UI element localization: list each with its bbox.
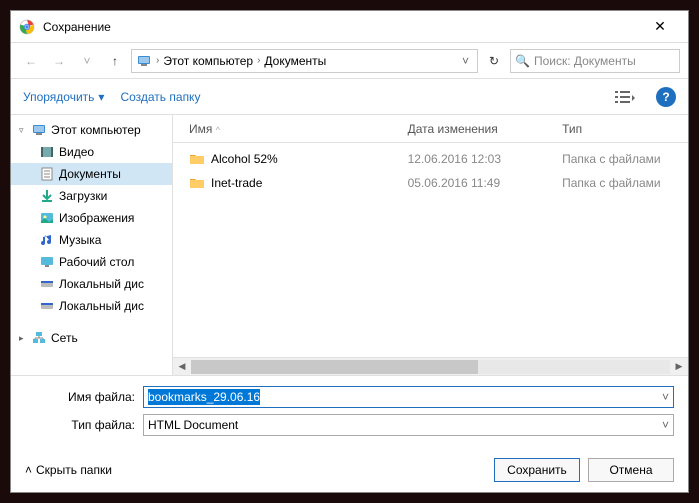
dialog-title: Сохранение	[43, 20, 640, 34]
video-icon	[39, 144, 55, 160]
picture-icon	[39, 210, 55, 226]
folder-icon	[189, 151, 205, 167]
sidebar-item-network[interactable]: ▸ Сеть	[11, 327, 172, 349]
file-name: Alcohol 52%	[211, 152, 278, 166]
pc-icon	[31, 122, 47, 138]
sidebar-item-local-disk[interactable]: Локальный дис	[11, 295, 172, 317]
column-date[interactable]: Дата изменения	[400, 122, 555, 136]
organize-button[interactable]: Упорядочить ▾	[23, 90, 104, 104]
hide-folders-button[interactable]: ˄ Скрыть папки	[25, 463, 112, 477]
chevron-down-icon[interactable]: ˅	[662, 390, 669, 404]
file-type: Папка с файлами	[554, 176, 688, 190]
download-icon	[39, 188, 55, 204]
view-options-button[interactable]	[610, 85, 640, 109]
sidebar-item-videos[interactable]: Видео	[11, 141, 172, 163]
chevron-down-icon[interactable]: ˅	[662, 418, 669, 432]
save-button[interactable]: Сохранить	[494, 458, 580, 482]
navigation-bar: ← → ˅ ↑ › Этот компьютер › Документы ˅ ↻…	[11, 43, 688, 79]
sidebar-item-desktop[interactable]: Рабочий стол	[11, 251, 172, 273]
sidebar: ▿ Этот компьютер Видео Документы Загрузк…	[11, 115, 173, 375]
sidebar-item-documents[interactable]: Документы	[11, 163, 172, 185]
search-icon: 🔍	[515, 54, 530, 68]
save-dialog: Сохранение ✕ ← → ˅ ↑ › Этот компьютер › …	[10, 10, 689, 493]
folder-icon	[189, 175, 205, 191]
scroll-thumb[interactable]	[191, 360, 478, 374]
filename-input[interactable]: bookmarks_29.06.16 ˅	[143, 386, 674, 408]
search-placeholder: Поиск: Документы	[534, 54, 636, 68]
pc-icon	[136, 53, 152, 69]
horizontal-scrollbar[interactable]: ◀ ▶	[173, 357, 688, 375]
filetype-label: Тип файла:	[25, 418, 143, 432]
collapse-icon[interactable]: ▿	[19, 125, 31, 136]
cancel-button[interactable]: Отмена	[588, 458, 674, 482]
disk-icon	[39, 276, 55, 292]
column-name[interactable]: Имя ^	[173, 122, 400, 136]
sidebar-item-local-disk[interactable]: Локальный дис	[11, 273, 172, 295]
nav-forward-button[interactable]: →	[47, 49, 71, 73]
scroll-track[interactable]	[191, 360, 670, 374]
disk-icon	[39, 298, 55, 314]
nav-recent-button[interactable]: ˅	[75, 49, 99, 73]
bottom-bar: ˄ Скрыть папки Сохранить Отмена	[11, 448, 688, 492]
help-button[interactable]: ?	[656, 87, 676, 107]
column-headers: Имя ^ Дата изменения Тип	[173, 115, 688, 143]
breadcrumb-folder[interactable]: Документы	[260, 54, 330, 68]
new-folder-button[interactable]: Создать папку	[120, 90, 200, 104]
file-list: Alcohol 52% 12.06.2016 12:03 Папка с фай…	[173, 143, 688, 357]
music-icon	[39, 232, 55, 248]
file-date: 12.06.2016 12:03	[400, 152, 555, 166]
sidebar-item-music[interactable]: Музыка	[11, 229, 172, 251]
breadcrumb[interactable]: › Этот компьютер › Документы ˅	[131, 49, 478, 73]
file-name: Inet-trade	[211, 176, 262, 190]
column-type[interactable]: Тип	[554, 122, 688, 136]
scroll-right-icon[interactable]: ▶	[670, 361, 688, 372]
chevron-down-icon: ▾	[98, 90, 104, 104]
scroll-left-icon[interactable]: ◀	[173, 361, 191, 372]
refresh-button[interactable]: ↻	[482, 49, 506, 73]
sidebar-item-this-pc[interactable]: ▿ Этот компьютер	[11, 119, 172, 141]
content-area: Имя ^ Дата изменения Тип Alcohol 52% 12.…	[173, 115, 688, 375]
desktop-icon	[39, 254, 55, 270]
filename-label: Имя файла:	[25, 390, 143, 404]
breadcrumb-dropdown-icon[interactable]: ˅	[458, 54, 473, 68]
sidebar-item-downloads[interactable]: Загрузки	[11, 185, 172, 207]
file-type: Папка с файлами	[554, 152, 688, 166]
expand-icon[interactable]: ▸	[19, 333, 31, 344]
breadcrumb-root[interactable]: Этот компьютер	[159, 54, 257, 68]
document-icon	[39, 166, 55, 182]
chrome-icon	[19, 19, 35, 35]
filetype-select[interactable]: HTML Document ˅	[143, 414, 674, 436]
toolbar: Упорядочить ▾ Создать папку ?	[11, 79, 688, 115]
close-icon[interactable]: ✕	[640, 18, 680, 35]
main-area: ▿ Этот компьютер Видео Документы Загрузк…	[11, 115, 688, 375]
nav-back-button[interactable]: ←	[19, 49, 43, 73]
form-area: Имя файла: bookmarks_29.06.16 ˅ Тип файл…	[11, 375, 688, 448]
titlebar: Сохранение ✕	[11, 11, 688, 43]
chevron-up-icon: ˄	[25, 463, 32, 477]
network-icon	[31, 330, 47, 346]
sidebar-item-pictures[interactable]: Изображения	[11, 207, 172, 229]
search-input[interactable]: 🔍 Поиск: Документы	[510, 49, 680, 73]
file-date: 05.06.2016 11:49	[400, 176, 555, 190]
file-row[interactable]: Inet-trade 05.06.2016 11:49 Папка с файл…	[173, 171, 688, 195]
nav-up-button[interactable]: ↑	[103, 49, 127, 73]
file-row[interactable]: Alcohol 52% 12.06.2016 12:03 Папка с фай…	[173, 147, 688, 171]
